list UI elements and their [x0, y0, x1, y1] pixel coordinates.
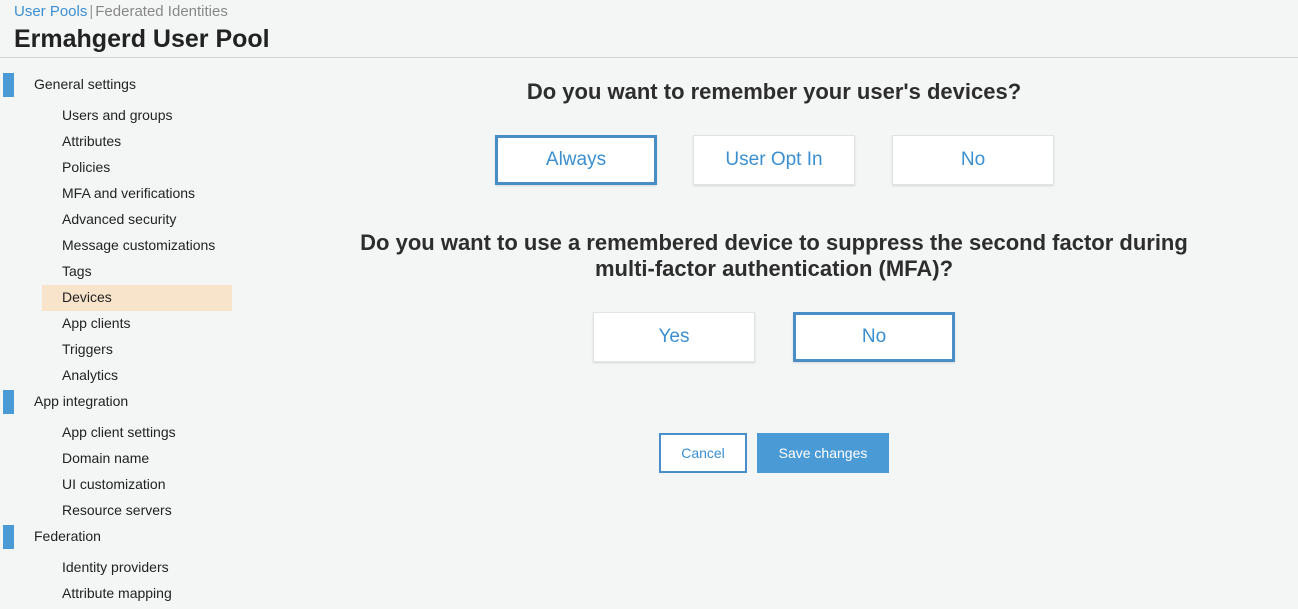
sidebar-item-label: MFA and verifications: [62, 185, 196, 201]
suppress-yes-option[interactable]: Yes: [593, 312, 755, 362]
section-label: App integration: [34, 393, 129, 409]
sidebar-section-app-integration[interactable]: App integration: [0, 389, 240, 415]
sidebar-item-label: Analytics: [62, 367, 119, 383]
sidebar-item-identity-providers[interactable]: Identity providers: [42, 555, 232, 581]
sidebar-item-label: App clients: [62, 315, 131, 331]
sidebar: General settings Users and groups Attrib…: [0, 58, 240, 609]
sidebar-section-general-settings[interactable]: General settings: [0, 72, 240, 98]
question-line: Do you want to use a remembered device t…: [360, 230, 1188, 255]
sidebar-item-label: Triggers: [62, 341, 113, 357]
cancel-button[interactable]: Cancel: [659, 433, 747, 473]
sidebar-item-advanced-security[interactable]: Advanced security: [42, 207, 232, 233]
sidebar-item-label: Identity providers: [62, 559, 169, 575]
sidebar-item-label: Tags: [62, 263, 92, 279]
sidebar-item-label: Devices: [62, 289, 112, 305]
sidebar-item-label: Attributes: [62, 133, 122, 149]
sidebar-item-label: Domain name: [62, 450, 150, 466]
question-line: multi-factor authentication (MFA)?: [594, 256, 954, 281]
sidebar-item-label: Resource servers: [62, 502, 172, 518]
sidebar-item-resource-servers[interactable]: Resource servers: [42, 498, 232, 524]
remember-no-option[interactable]: No: [892, 135, 1054, 185]
section-marker: [3, 390, 14, 414]
sidebar-item-ui-customization[interactable]: UI customization: [42, 472, 232, 498]
sidebar-item-mfa-and-verifications[interactable]: MFA and verifications: [42, 181, 232, 207]
sidebar-item-label: Advanced security: [62, 211, 177, 227]
sidebar-item-app-clients[interactable]: App clients: [42, 311, 232, 337]
sidebar-section-federation[interactable]: Federation: [0, 524, 240, 550]
sidebar-item-label: App client settings: [62, 424, 176, 440]
sidebar-item-attributes[interactable]: Attributes: [42, 129, 232, 155]
sidebar-item-policies[interactable]: Policies: [42, 155, 232, 181]
sidebar-item-triggers[interactable]: Triggers: [42, 337, 232, 363]
section-marker: [3, 73, 14, 97]
sidebar-item-tags[interactable]: Tags: [42, 259, 232, 285]
page-title: Ermahgerd User Pool: [14, 25, 270, 53]
sidebar-item-devices[interactable]: Devices: [42, 285, 232, 311]
section-marker: [3, 525, 14, 549]
suppress-mfa-question: Do you want to use a remembered device t…: [274, 230, 1274, 282]
section-label: General settings: [34, 76, 136, 92]
sidebar-item-label: UI customization: [62, 476, 166, 492]
suppress-no-option[interactable]: No: [793, 312, 955, 362]
section-label: Federation: [34, 528, 101, 544]
crumb-user-pools[interactable]: User Pools: [14, 3, 87, 20]
sidebar-item-users-and-groups[interactable]: Users and groups: [42, 103, 232, 129]
sidebar-item-analytics[interactable]: Analytics: [42, 363, 232, 389]
save-changes-button[interactable]: Save changes: [757, 433, 889, 473]
page-header: User Pools | Federated Identities Ermahger…: [0, 0, 1298, 58]
crumb-federated-identities[interactable]: Federated Identities: [95, 3, 228, 20]
sidebar-item-label: Users and groups: [62, 107, 173, 123]
remember-user-opt-in-option[interactable]: User Opt In: [693, 135, 855, 185]
remember-devices-question: Do you want to remember your user's devi…: [526, 79, 1022, 104]
crumb-separator: |: [89, 3, 94, 20]
sidebar-item-domain-name[interactable]: Domain name: [42, 446, 232, 472]
sidebar-item-label: Message customizations: [62, 237, 216, 253]
sidebar-item-label: Policies: [62, 159, 111, 175]
sidebar-item-message-customizations[interactable]: Message customizations: [42, 233, 232, 259]
sidebar-item-attribute-mapping[interactable]: Attribute mapping: [42, 581, 232, 607]
breadcrumb: User Pools | Federated Identities: [14, 3, 228, 21]
sidebar-item-label: Attribute mapping: [62, 585, 172, 601]
sidebar-item-app-client-settings[interactable]: App client settings: [42, 420, 232, 446]
remember-always-option[interactable]: Always: [495, 135, 657, 185]
